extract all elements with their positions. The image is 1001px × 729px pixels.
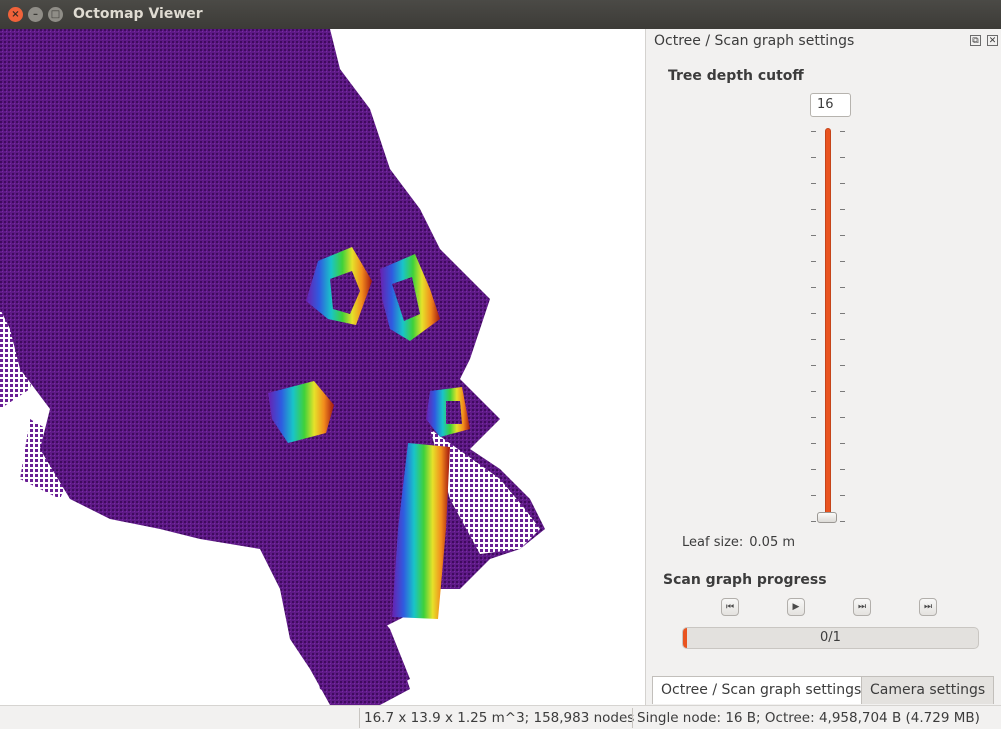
tree-depth-slider-handle[interactable] [817,512,837,523]
slider-tick [811,157,816,158]
slider-tick [811,209,816,210]
octomap-3d-viewport[interactable] [0,29,645,705]
slider-tick [811,261,816,262]
tree-depth-label: Tree depth cutoff [668,68,804,84]
slider-tick [811,339,816,340]
slider-tick [840,469,845,470]
status-dimensions: 16.7 x 13.9 x 1.25 m^3; 158,983 nodes [359,708,634,728]
slider-tick [840,131,845,132]
progress-text: 0/1 [820,630,841,645]
slider-tick [840,417,845,418]
play-icon: ▶ [792,602,800,612]
slider-tick [840,209,845,210]
slider-ticks-left [811,131,817,523]
slider-tick [840,235,845,236]
status-bar: 16.7 x 13.9 x 1.25 m^3; 158,983 nodes Si… [0,705,1001,729]
slider-tick [840,391,845,392]
slider-tick [840,339,845,340]
slider-tick [840,183,845,184]
leaf-size: Leaf size: 0.05 m [682,535,801,550]
dock-title: Octree / Scan graph settings [654,33,855,49]
maximize-window-icon[interactable]: □ [48,7,63,22]
slider-ticks-right [840,131,846,523]
octomap-render [0,29,545,705]
close-dock-icon[interactable]: ✕ [987,35,998,46]
next-scan-button[interactable]: ⏭ [853,598,871,616]
leaf-size-value: 0.05 m [749,535,796,550]
window-titlebar: × – □ Octomap Viewer [0,0,1001,29]
leaf-size-label: Leaf size: [682,535,744,550]
slider-tick [840,313,845,314]
scan-graph-progress-bar: 0/1 [682,627,979,649]
slider-tick [811,313,816,314]
slider-tick [840,521,845,522]
slider-tick [811,495,816,496]
tree-depth-slider[interactable] [825,128,831,520]
slider-tick [840,287,845,288]
window-title: Octomap Viewer [73,6,203,22]
octree-settings-dock: Octree / Scan graph settings ⧉ ✕ Tree de… [645,29,1001,705]
slider-tick [811,183,816,184]
first-scan-button[interactable]: ⏮ [721,598,739,616]
progress-fill [683,628,687,648]
play-button[interactable]: ▶ [787,598,805,616]
slider-tick [811,287,816,288]
minimize-window-icon[interactable]: – [28,7,43,22]
slider-tick [840,443,845,444]
slider-tick [811,391,816,392]
close-window-icon[interactable]: × [8,7,23,22]
slider-tick [840,495,845,496]
status-memory: Single node: 16 B; Octree: 4,958,704 B (… [632,708,982,728]
slider-tick [840,365,845,366]
slider-tick [811,235,816,236]
next-scan-icon: ⏭ [857,602,867,612]
scan-graph-progress-label: Scan graph progress [663,572,827,588]
slider-tick [840,157,845,158]
last-scan-button[interactable]: ⏭ [919,598,937,616]
slider-tick [840,261,845,262]
float-dock-icon[interactable]: ⧉ [970,35,981,46]
slider-tick [811,521,816,522]
tab-camera-settings[interactable]: Camera settings [861,676,995,704]
first-scan-icon: ⏮ [725,602,735,612]
slider-tick [811,443,816,444]
last-scan-icon: ⏭ [923,602,933,612]
slider-tick [811,417,816,418]
tree-depth-spinbox[interactable]: 16 [810,93,851,117]
slider-tick [811,469,816,470]
tab-octree-scan-graph-settings[interactable]: Octree / Scan graph settings [652,676,871,704]
slider-tick [811,131,816,132]
slider-tick [811,365,816,366]
